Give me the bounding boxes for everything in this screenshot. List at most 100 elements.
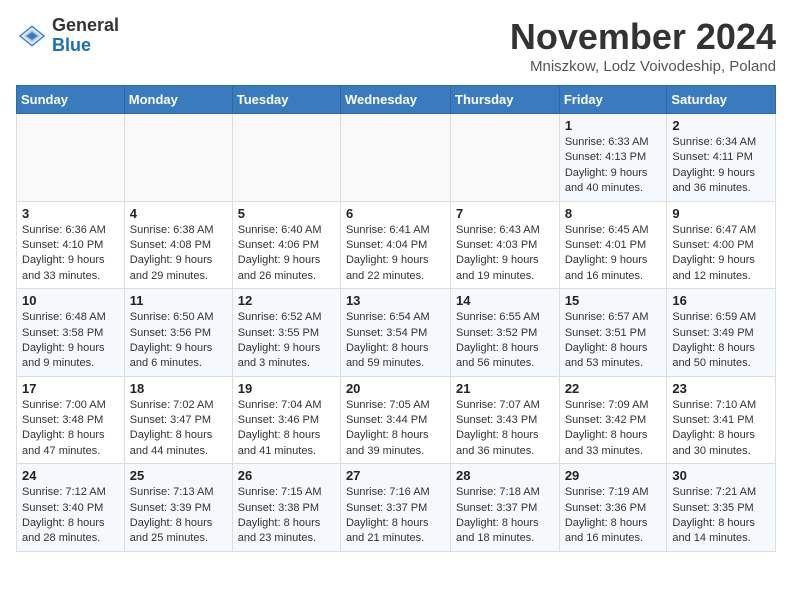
calendar-day: 12 Sunrise: 6:52 AM Sunset: 3:55 PM Dayli… [232, 289, 340, 377]
day-info: Sunrise: 7:04 AM Sunset: 3:46 PM Dayligh… [238, 398, 335, 460]
calendar-header: SundayMondayTuesdayWednesdayThursdayFrid… [17, 86, 776, 114]
day-info: Sunrise: 7:21 AM Sunset: 3:35 PM Dayligh… [672, 485, 770, 547]
header: General Blue November 2024 Mniszkow, Lod… [16, 16, 776, 75]
calendar-day: 9Sunrise: 6:47 AM Sunset: 4:00 PM Daylig… [667, 201, 776, 289]
day-number: 6 [346, 206, 445, 221]
calendar-day: 25 Sunrise: 7:13 AM Sunset: 3:39 PM Dayli… [124, 464, 232, 552]
day-number: 1 [565, 118, 662, 133]
calendar-day [124, 114, 232, 202]
logo: General Blue [16, 16, 119, 56]
day-number: 5 [238, 206, 335, 221]
day-info: Sunrise: 7:13 AM Sunset: 3:39 PM Dayligh… [130, 485, 227, 547]
day-number: 25 [130, 468, 227, 483]
calendar-day: 11 Sunrise: 6:50 AM Sunset: 3:56 PM Dayli… [124, 289, 232, 377]
day-info: Sunrise: 6:57 AM Sunset: 3:51 PM Dayligh… [565, 310, 662, 372]
day-info: Sunrise: 6:45 AM Sunset: 4:01 PM Dayligh… [565, 223, 662, 285]
day-number: 19 [238, 381, 335, 396]
day-number: 21 [456, 381, 554, 396]
calendar-day: 10 Sunrise: 6:48 AM Sunset: 3:58 PM Dayli… [17, 289, 125, 377]
day-number: 29 [565, 468, 662, 483]
day-number: 24 [22, 468, 119, 483]
calendar-week: 1Sunrise: 6:33 AM Sunset: 4:13 PM Daylig… [17, 114, 776, 202]
calendar-week: 10 Sunrise: 6:48 AM Sunset: 3:58 PM Dayli… [17, 289, 776, 377]
day-of-week-header: Tuesday [232, 86, 340, 114]
calendar-day [17, 114, 125, 202]
day-info: Sunrise: 7:16 AM Sunset: 3:37 PM Dayligh… [346, 485, 445, 547]
day-of-week-header: Saturday [667, 86, 776, 114]
day-number: 12 [238, 293, 335, 308]
day-number: 10 [22, 293, 119, 308]
day-info: Sunrise: 6:36 AM Sunset: 4:10 PM Dayligh… [22, 223, 119, 285]
day-info: Sunrise: 7:12 AM Sunset: 3:40 PM Dayligh… [22, 485, 119, 547]
calendar-day: 16 Sunrise: 6:59 AM Sunset: 3:49 PM Dayli… [667, 289, 776, 377]
calendar-day: 24 Sunrise: 7:12 AM Sunset: 3:40 PM Dayli… [17, 464, 125, 552]
calendar-day: 22Sunrise: 7:09 AM Sunset: 3:42 PM Dayli… [559, 376, 667, 464]
day-number: 20 [346, 381, 445, 396]
logo-blue: Blue [52, 35, 91, 55]
calendar-day: 5 Sunrise: 6:40 AM Sunset: 4:06 PM Daylig… [232, 201, 340, 289]
calendar-day: 4Sunrise: 6:38 AM Sunset: 4:08 PM Daylig… [124, 201, 232, 289]
calendar-day: 17Sunrise: 7:00 AM Sunset: 3:48 PM Dayli… [17, 376, 125, 464]
day-info: Sunrise: 7:10 AM Sunset: 3:41 PM Dayligh… [672, 398, 770, 460]
day-info: Sunrise: 6:43 AM Sunset: 4:03 PM Dayligh… [456, 223, 554, 285]
calendar-day: 18Sunrise: 7:02 AM Sunset: 3:47 PM Dayli… [124, 376, 232, 464]
calendar-week: 17Sunrise: 7:00 AM Sunset: 3:48 PM Dayli… [17, 376, 776, 464]
day-number: 8 [565, 206, 662, 221]
calendar-day: 3 Sunrise: 6:36 AM Sunset: 4:10 PM Daylig… [17, 201, 125, 289]
day-of-week-header: Monday [124, 86, 232, 114]
logo-general: General [52, 15, 119, 35]
day-info: Sunrise: 6:52 AM Sunset: 3:55 PM Dayligh… [238, 310, 335, 372]
calendar-day: 27Sunrise: 7:16 AM Sunset: 3:37 PM Dayli… [340, 464, 450, 552]
calendar-day: 21 Sunrise: 7:07 AM Sunset: 3:43 PM Dayli… [451, 376, 560, 464]
calendar-day: 26 Sunrise: 7:15 AM Sunset: 3:38 PM Dayli… [232, 464, 340, 552]
day-info: Sunrise: 7:19 AM Sunset: 3:36 PM Dayligh… [565, 485, 662, 547]
day-number: 17 [22, 381, 119, 396]
calendar-day [340, 114, 450, 202]
calendar-day: 14 Sunrise: 6:55 AM Sunset: 3:52 PM Dayli… [451, 289, 560, 377]
day-number: 16 [672, 293, 770, 308]
calendar-day: 30 Sunrise: 7:21 AM Sunset: 3:35 PM Dayli… [667, 464, 776, 552]
calendar-day: 7 Sunrise: 6:43 AM Sunset: 4:03 PM Daylig… [451, 201, 560, 289]
day-number: 23 [672, 381, 770, 396]
calendar-day: 2Sunrise: 6:34 AM Sunset: 4:11 PM Daylig… [667, 114, 776, 202]
day-info: Sunrise: 6:41 AM Sunset: 4:04 PM Dayligh… [346, 223, 445, 285]
calendar-day: 29 Sunrise: 7:19 AM Sunset: 3:36 PM Dayli… [559, 464, 667, 552]
day-number: 13 [346, 293, 445, 308]
calendar-day: 1Sunrise: 6:33 AM Sunset: 4:13 PM Daylig… [559, 114, 667, 202]
calendar-day: 20 Sunrise: 7:05 AM Sunset: 3:44 PM Dayli… [340, 376, 450, 464]
day-info: Sunrise: 6:40 AM Sunset: 4:06 PM Dayligh… [238, 223, 335, 285]
day-number: 11 [130, 293, 227, 308]
day-info: Sunrise: 6:59 AM Sunset: 3:49 PM Dayligh… [672, 310, 770, 372]
day-info: Sunrise: 6:55 AM Sunset: 3:52 PM Dayligh… [456, 310, 554, 372]
calendar-day: 23 Sunrise: 7:10 AM Sunset: 3:41 PM Dayli… [667, 376, 776, 464]
day-of-week-header: Thursday [451, 86, 560, 114]
calendar-day [451, 114, 560, 202]
day-info: Sunrise: 7:18 AM Sunset: 3:37 PM Dayligh… [456, 485, 554, 547]
logo-text: General Blue [52, 16, 119, 56]
day-info: Sunrise: 7:07 AM Sunset: 3:43 PM Dayligh… [456, 398, 554, 460]
day-number: 3 [22, 206, 119, 221]
day-of-week-header: Wednesday [340, 86, 450, 114]
day-number: 7 [456, 206, 554, 221]
calendar-day: 28Sunrise: 7:18 AM Sunset: 3:37 PM Dayli… [451, 464, 560, 552]
day-number: 26 [238, 468, 335, 483]
day-info: Sunrise: 7:05 AM Sunset: 3:44 PM Dayligh… [346, 398, 445, 460]
calendar-day: 13Sunrise: 6:54 AM Sunset: 3:54 PM Dayli… [340, 289, 450, 377]
day-number: 18 [130, 381, 227, 396]
day-number: 30 [672, 468, 770, 483]
location: Mniszkow, Lodz Voivodeship, Poland [510, 58, 776, 75]
day-info: Sunrise: 7:09 AM Sunset: 3:42 PM Dayligh… [565, 398, 662, 460]
day-info: Sunrise: 7:15 AM Sunset: 3:38 PM Dayligh… [238, 485, 335, 547]
day-number: 4 [130, 206, 227, 221]
calendar-day [232, 114, 340, 202]
day-of-week-header: Friday [559, 86, 667, 114]
day-number: 2 [672, 118, 770, 133]
calendar-week: 24 Sunrise: 7:12 AM Sunset: 3:40 PM Dayli… [17, 464, 776, 552]
day-info: Sunrise: 6:48 AM Sunset: 3:58 PM Dayligh… [22, 310, 119, 372]
day-of-week-header: Sunday [17, 86, 125, 114]
day-info: Sunrise: 6:50 AM Sunset: 3:56 PM Dayligh… [130, 310, 227, 372]
calendar-body: 1Sunrise: 6:33 AM Sunset: 4:13 PM Daylig… [17, 114, 776, 552]
calendar-day: 19 Sunrise: 7:04 AM Sunset: 3:46 PM Dayli… [232, 376, 340, 464]
day-number: 14 [456, 293, 554, 308]
calendar: SundayMondayTuesdayWednesdayThursdayFrid… [16, 85, 776, 552]
